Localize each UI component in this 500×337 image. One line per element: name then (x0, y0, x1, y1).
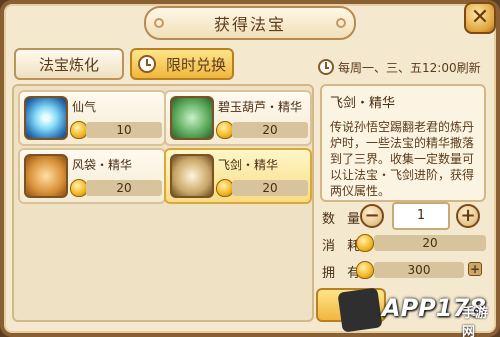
item-card-wind-bag[interactable]: 风袋・精华 20 (18, 148, 166, 204)
clock-icon (138, 55, 156, 73)
jade-gourd-icon (170, 96, 214, 140)
gold-ingot-icon (356, 261, 374, 279)
detail-description: 传说孙悟空踢翻老君的炼丹炉时，一些法宝的精华撒落到了三界。收集一定数量可以让法宝… (330, 120, 475, 198)
spirit-orb-icon (24, 96, 68, 140)
item-detail-panel: 飞剑・精华 传说孙悟空踢翻老君的炼丹炉时，一些法宝的精华撒落到了三界。收集一定数… (320, 84, 486, 202)
banner-ornament-left-icon (154, 18, 164, 28)
quantity-input[interactable]: 1 (392, 202, 450, 230)
watermark-logo-icon (337, 287, 383, 333)
item-price: 20 (232, 122, 308, 138)
refresh-text: 每周一、三、五12:00刷新 (338, 60, 481, 75)
quantity-decrease-button[interactable]: − (360, 204, 384, 228)
item-price: 10 (86, 122, 162, 138)
cost-value: 20 (374, 235, 486, 251)
tab-exchange-label: 限时兑换 (166, 55, 227, 74)
add-currency-button[interactable]: + (468, 262, 482, 276)
item-card-xianqi[interactable]: 仙气 10 (18, 90, 166, 146)
dialog-title: 获得法宝 (213, 15, 286, 34)
site-watermark: APP178 手游网 (337, 284, 500, 337)
quantity-increase-button[interactable]: + (456, 204, 480, 228)
item-name: 碧玉葫芦・精华 (218, 100, 303, 114)
refresh-schedule: 每周一、三、五12:00刷新 (318, 57, 481, 77)
item-card-flying-sword[interactable]: 飞剑・精华 20 (164, 148, 312, 204)
item-price: 20 (232, 180, 308, 196)
quantity-label: 数 量 (322, 212, 365, 227)
item-grid: 仙气 10 碧玉葫芦・精华 20 风袋・精华 20 飞剑・精华 20 (12, 84, 314, 322)
tab-limited-exchange[interactable]: 限时兑换 (130, 48, 234, 80)
item-card-jade-gourd[interactable]: 碧玉葫芦・精华 20 (164, 90, 312, 146)
title-banner: 获得法宝 (144, 6, 356, 40)
wind-bag-icon (24, 154, 68, 198)
tab-refine[interactable]: 法宝炼化 (14, 48, 124, 80)
clock-icon (318, 59, 334, 75)
flying-sword-icon (170, 154, 214, 198)
item-price: 20 (86, 180, 162, 196)
detail-title: 飞剑・精华 (330, 96, 396, 111)
owned-value: 300 (374, 262, 464, 278)
item-name: 飞剑・精华 (218, 158, 279, 172)
watermark-subtext: 手游网 (462, 306, 489, 337)
item-name: 风袋・精华 (72, 158, 133, 172)
banner-ornament-right-icon (336, 18, 346, 28)
tab-refine-label: 法宝炼化 (38, 55, 99, 74)
gold-ingot-icon (356, 234, 374, 252)
item-name: 仙气 (72, 100, 97, 114)
close-button[interactable]: ✕ (464, 2, 496, 34)
